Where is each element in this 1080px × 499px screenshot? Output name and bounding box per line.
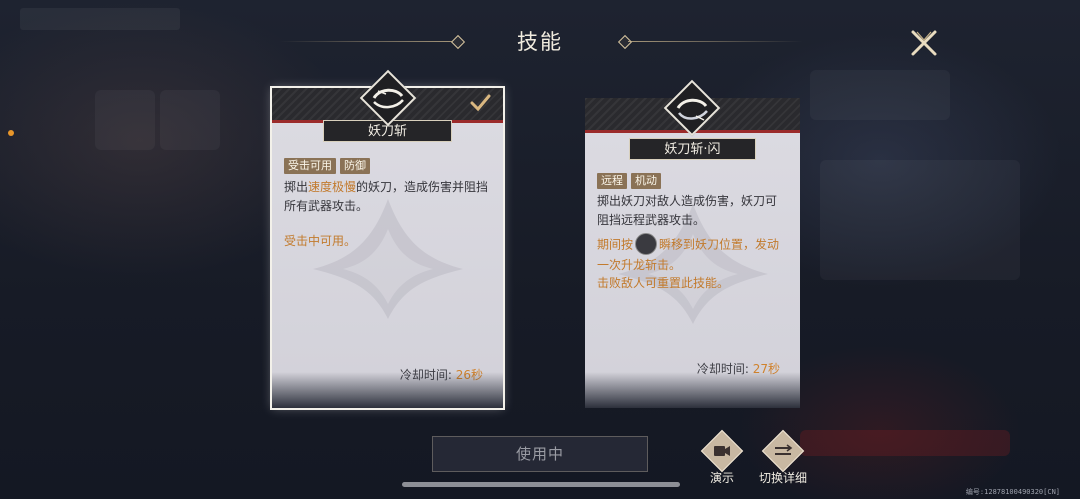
skill-card-2[interactable]: 妖刀斩·闪 远程 机动 掷出妖刀对敌人造成伤害，妖刀可阻挡远程武器攻击。 期间按… [585,79,800,408]
background-shape [820,160,1020,280]
use-button[interactable]: 使用中 [432,436,648,472]
serial-number: 编号:12878100490320[CN] [965,488,1060,496]
switch-detail-button[interactable]: 切换详细 [748,429,818,486]
note-text: 期间按 [597,237,634,252]
desc-text: 掷出 [284,180,309,194]
switch-detail-icon [775,444,793,455]
skill-note-2: 击败敌人可重置此技能。 [597,276,730,290]
skill-tags: 受击可用 防御 [284,158,370,174]
blade-emblem-icon [676,98,708,121]
demo-button-frame [700,429,744,473]
close-button[interactable] [908,28,940,58]
title-divider-right [628,41,803,42]
skill-card-1[interactable]: 妖刀斩 受击可用 防御 掷出速度极慢的妖刀，造成伤害并阻挡所有武器攻击。 受击中… [272,69,503,408]
background-shape [800,430,1010,456]
skill-card-body: 妖刀斩 受击可用 防御 掷出速度极慢的妖刀，造成伤害并阻挡所有武器攻击。 受击中… [272,88,503,408]
skill-emblem [663,79,721,137]
switch-detail-button-frame [761,429,805,473]
background-shape [95,90,155,150]
skill-name: 妖刀斩·闪 [629,138,756,160]
card-fade [272,372,503,408]
skill-button-icon [635,233,658,255]
skill-description: 掷出妖刀对敌人造成伤害，妖刀可阻挡远程武器攻击。 [597,194,778,227]
skill-card-body: 妖刀斩·闪 远程 机动 掷出妖刀对敌人造成伤害，妖刀可阻挡远程武器攻击。 期间按… [585,98,800,408]
skill-tag: 防御 [340,158,370,174]
close-icon [911,30,937,56]
skill-note: 期间按 瞬移到妖刀位置，发动一次升龙斩击。 [597,233,788,275]
card-fade [585,372,800,408]
desc-highlight: 速度极慢 [308,180,357,194]
skill-note: 受击中可用。 [284,234,357,248]
skill-tag: 受击可用 [284,158,336,174]
home-indicator[interactable] [402,482,680,487]
skill-emblem [359,69,417,127]
checkmark-icon [469,92,491,114]
skill-tags: 远程 机动 [597,173,661,189]
background [0,0,1080,499]
indicator-dot [8,130,14,136]
skill-description: 掷出速度极慢的妖刀，造成伤害并阻挡所有武器攻击。 [284,178,491,216]
skill-tag: 机动 [631,173,661,189]
demo-button[interactable]: 演示 [687,429,757,486]
video-icon [714,446,730,456]
background-shape [160,90,220,150]
skill-tag: 远程 [597,173,627,189]
background-shape [810,70,950,120]
blade-emblem-icon [372,88,404,109]
